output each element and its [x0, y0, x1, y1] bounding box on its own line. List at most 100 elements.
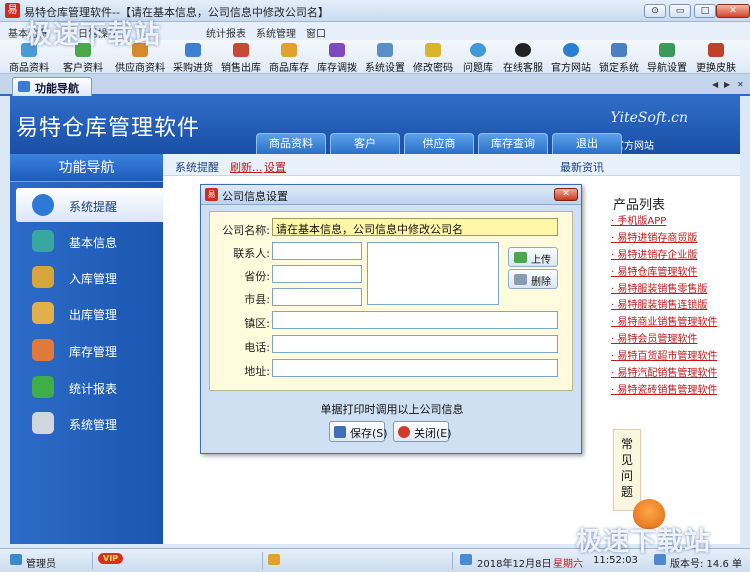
- upload-icon: [514, 252, 527, 263]
- settings-icon: [377, 43, 393, 57]
- watermark-bottom: 极速下载站: [576, 527, 712, 557]
- city-label: 市县:: [244, 293, 270, 306]
- city-field[interactable]: [272, 288, 362, 306]
- company-info-dialog: 易 公司信息设置 ✕ 公司名称: 请在基本信息，公司信息中修改公司名 联系人: …: [200, 184, 582, 454]
- tool-sales[interactable]: 销售出库: [218, 41, 264, 74]
- nav-tab-icon: [18, 81, 30, 92]
- stock-in-icon: [32, 266, 54, 288]
- sidebar-item-basic-info[interactable]: 基本信息: [10, 224, 163, 258]
- faq-box[interactable]: 常 见 问 题: [613, 429, 641, 511]
- tool-lock[interactable]: 锁定系统: [596, 41, 642, 74]
- save-icon: [334, 426, 346, 438]
- status-user: 管理员: [26, 559, 56, 570]
- sidebar: 功能导航 系统提醒 基本信息 入库管理 出库管理 库存管理 统计报表 系统管理: [10, 154, 163, 544]
- product-link[interactable]: · 易特汽配销售管理软件: [611, 364, 717, 379]
- latest-news-label: 最新资讯: [560, 161, 604, 174]
- district-field[interactable]: [272, 311, 558, 329]
- tools-icon: [32, 412, 54, 434]
- lock-icon: [611, 43, 627, 57]
- tool-skin[interactable]: 更换皮肤: [692, 41, 740, 74]
- phone-field[interactable]: [272, 335, 558, 353]
- dialog-title: 公司信息设置: [222, 190, 288, 203]
- product-link[interactable]: · 易特服装销售连锁版: [611, 296, 707, 311]
- faq-icon: [470, 43, 486, 57]
- contact-field[interactable]: [272, 242, 362, 260]
- delete-icon: [514, 274, 527, 285]
- product-link[interactable]: · 易特服装销售零售版: [611, 280, 707, 295]
- stock-out-icon: [32, 302, 54, 324]
- vip-badge[interactable]: VIP: [98, 553, 124, 564]
- district-label: 镇区:: [244, 317, 270, 330]
- sidebar-item-inventory[interactable]: 库存管理: [10, 333, 163, 367]
- tool-inventory[interactable]: 商品库存: [266, 41, 312, 74]
- maximize-button[interactable]: □: [694, 4, 716, 18]
- delete-button[interactable]: 删除: [508, 269, 558, 289]
- product-link[interactable]: · 易特会员管理软件: [611, 330, 697, 345]
- tool-password[interactable]: 修改密码: [410, 41, 456, 74]
- user-icon: [10, 554, 22, 565]
- status-separator: [92, 552, 93, 569]
- sidebar-item-system[interactable]: 系统管理: [10, 406, 163, 440]
- product-link[interactable]: · 易特进销存商贸版: [611, 229, 697, 244]
- tab-function-nav[interactable]: 功能导航: [12, 77, 92, 96]
- close-dialog-button[interactable]: 关闭(E): [393, 421, 452, 442]
- tool-service[interactable]: 在线客服: [500, 41, 546, 74]
- options-button[interactable]: ⊙: [644, 4, 666, 18]
- print-note: 单据打印时调用以上公司信息: [320, 403, 464, 416]
- content-header: 系统提醒 刷新... 设置 最新资讯: [163, 154, 740, 176]
- sidebar-item-stock-out[interactable]: 出库管理: [10, 296, 163, 330]
- banner: 易特仓库管理软件 YiteSoft.cn 官方网站 商品资料 客户 供应商 库存…: [10, 96, 740, 154]
- sidebar-item-reports[interactable]: 统计报表: [10, 370, 163, 404]
- minimize-button[interactable]: ▭: [669, 4, 691, 18]
- reminder-tab[interactable]: 系统提醒: [175, 159, 219, 175]
- address-field[interactable]: [272, 359, 558, 377]
- dialog-app-icon: 易: [205, 188, 218, 201]
- nav-tab-stock-query[interactable]: 库存查询: [478, 133, 548, 154]
- sidebar-item-reminders[interactable]: 系统提醒: [16, 188, 163, 222]
- product-link[interactable]: · 易特仓库管理软件: [611, 263, 697, 278]
- company-name-field[interactable]: 请在基本信息，公司信息中修改公司名: [272, 218, 558, 236]
- nav-tab-goods[interactable]: 商品资料: [256, 133, 326, 154]
- menu-window[interactable]: 窗口: [306, 25, 326, 40]
- tool-nav-settings[interactable]: 导航设置: [644, 41, 690, 74]
- brand-title: 易特仓库管理软件: [16, 116, 201, 141]
- nav-tab-customers[interactable]: 客户: [330, 133, 400, 154]
- tab-prev-icon[interactable]: ◀: [712, 80, 718, 89]
- product-link[interactable]: · 易特商业销售管理软件: [611, 313, 717, 328]
- calendar-icon: [460, 554, 472, 565]
- refresh-link[interactable]: 刷新...: [230, 159, 263, 175]
- tab-close-icon[interactable]: ✕: [737, 80, 744, 89]
- warehouse-icon: [32, 339, 54, 361]
- transfer-icon: [329, 43, 345, 57]
- nav-tab-suppliers[interactable]: 供应商: [404, 133, 474, 154]
- province-field[interactable]: [272, 265, 362, 283]
- sidebar-item-stock-in[interactable]: 入库管理: [10, 260, 163, 294]
- tool-purchase[interactable]: 采购进货: [170, 41, 216, 74]
- tool-transfer[interactable]: 库存调拨: [314, 41, 360, 74]
- tool-faq[interactable]: 问题库: [458, 41, 498, 74]
- nav-tab-exit[interactable]: 退出: [552, 133, 622, 154]
- upload-button[interactable]: 上传: [508, 247, 558, 267]
- status-separator: [262, 552, 263, 569]
- nav-settings-icon: [659, 43, 675, 57]
- company-name-label: 公司名称:: [222, 224, 270, 237]
- tool-website[interactable]: 官方网站: [548, 41, 594, 74]
- tab-next-icon[interactable]: ▶: [724, 80, 730, 89]
- purchase-icon: [185, 43, 201, 57]
- sidebar-header: 功能导航: [10, 154, 163, 182]
- address-label: 地址:: [244, 365, 270, 378]
- close-button[interactable]: ✕: [716, 4, 750, 18]
- status-separator: [452, 552, 453, 569]
- dialog-close-icon[interactable]: ✕: [554, 188, 578, 201]
- inventory-icon: [281, 43, 297, 57]
- product-link[interactable]: · 易特百货超市管理软件: [611, 347, 717, 362]
- menu-reports[interactable]: 统计报表: [206, 25, 246, 40]
- tool-settings[interactable]: 系统设置: [362, 41, 408, 74]
- save-button[interactable]: 保存(S): [329, 421, 388, 442]
- product-link[interactable]: · 手机版APP: [611, 212, 666, 227]
- menu-system[interactable]: 系统管理: [256, 25, 296, 40]
- product-link[interactable]: · 易特进销存企业版: [611, 246, 697, 261]
- product-link[interactable]: · 易特瓷砖销售管理软件: [611, 381, 717, 396]
- settings-link[interactable]: 设置: [264, 159, 286, 175]
- sales-icon: [233, 43, 249, 57]
